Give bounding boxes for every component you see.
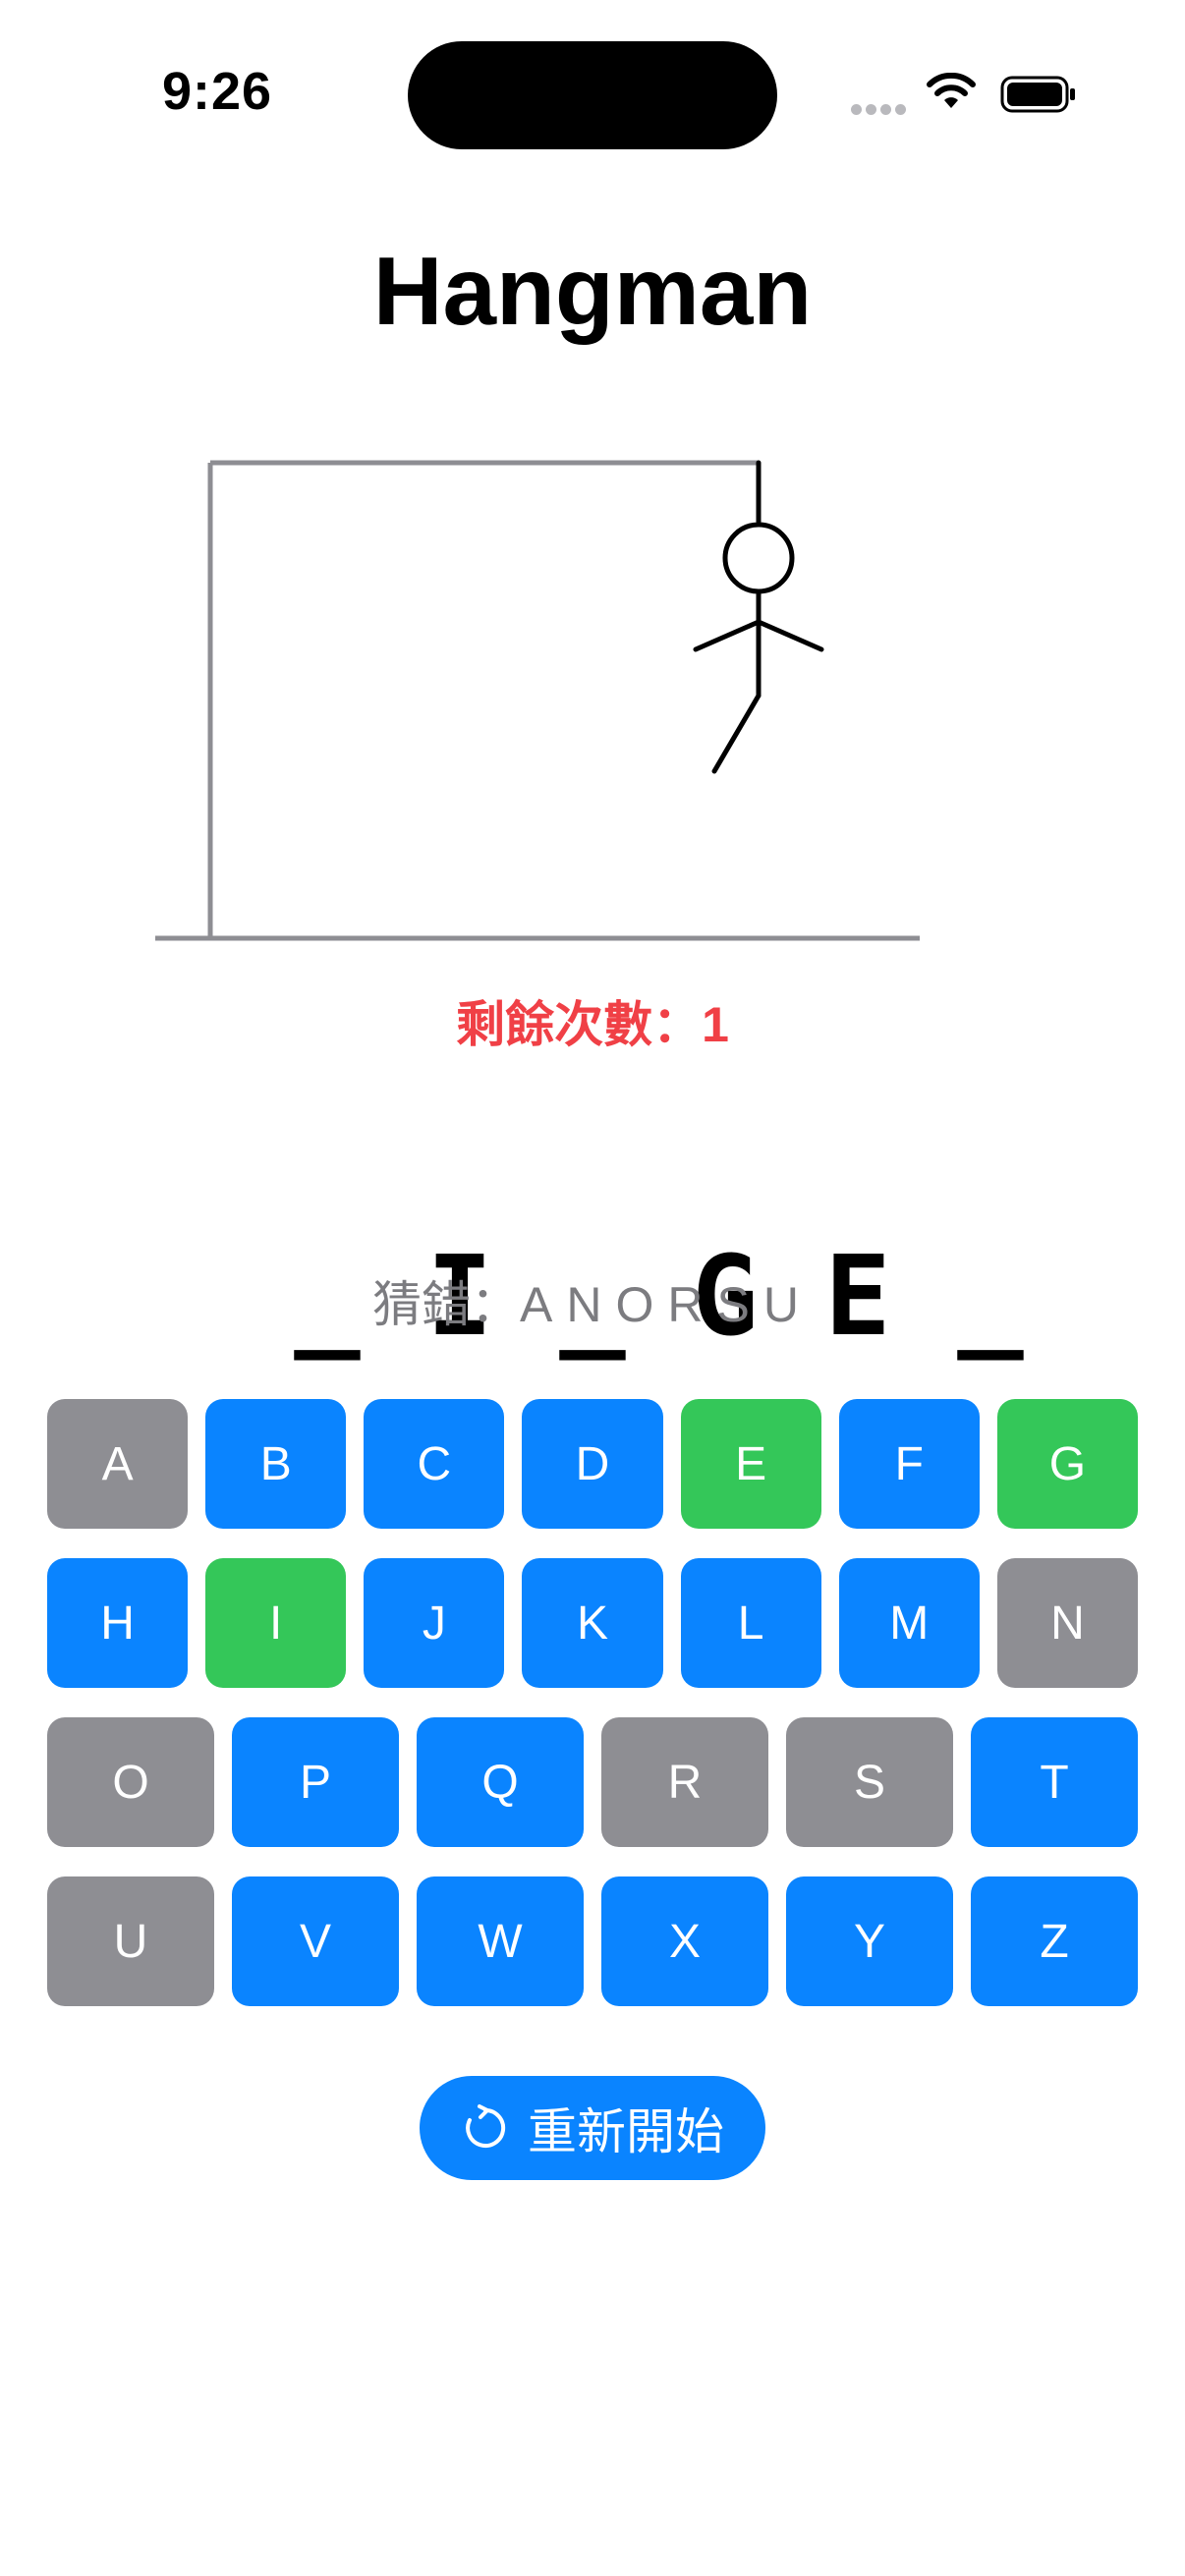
hangman-left-arm <box>693 619 762 652</box>
key-f[interactable]: F <box>838 1399 980 1529</box>
keyboard-row: U V W X Y Z <box>47 1876 1138 2006</box>
key-n[interactable]: N <box>996 1558 1138 1688</box>
page-title: Hangman <box>372 237 813 345</box>
key-b[interactable]: B <box>205 1399 347 1529</box>
keyboard-row: O P Q R S T <box>47 1717 1138 1847</box>
wrong-guesses-letters: ANORSU <box>520 1277 813 1332</box>
key-v[interactable]: V <box>232 1876 399 2006</box>
key-t[interactable]: T <box>971 1717 1138 1847</box>
key-h[interactable]: H <box>47 1558 189 1688</box>
keyboard-row: A B C D E F G <box>47 1399 1138 1529</box>
key-j[interactable]: J <box>364 1558 505 1688</box>
key-s[interactable]: S <box>786 1717 953 1847</box>
key-z[interactable]: Z <box>971 1876 1138 2006</box>
refresh-icon <box>466 2104 506 2148</box>
hangman-head <box>722 522 795 594</box>
hangman-drawing <box>155 460 920 941</box>
key-d[interactable]: D <box>522 1399 663 1529</box>
battery-icon <box>1000 76 1075 113</box>
key-l[interactable]: L <box>680 1558 821 1688</box>
keyboard-row: H I J K L M N <box>47 1558 1138 1688</box>
hangman-right-arm <box>756 619 824 652</box>
restart-button[interactable]: 重新開始 <box>420 2076 765 2180</box>
wifi-icon <box>927 73 976 108</box>
key-o[interactable]: O <box>47 1717 214 1847</box>
key-w[interactable]: W <box>417 1876 584 2006</box>
gallows <box>155 460 920 941</box>
hangman-left-leg <box>711 693 762 774</box>
status-time: 9:26 <box>162 62 273 121</box>
key-x[interactable]: X <box>601 1876 768 2006</box>
hangman-figure <box>693 460 824 774</box>
cellular-signal-icon <box>851 102 910 116</box>
key-a[interactable]: A <box>47 1399 189 1529</box>
key-q[interactable]: Q <box>417 1717 584 1847</box>
key-e[interactable]: E <box>680 1399 821 1529</box>
key-k[interactable]: K <box>522 1558 663 1688</box>
key-p[interactable]: P <box>232 1717 399 1847</box>
key-c[interactable]: C <box>364 1399 505 1529</box>
remaining-attempts: 剩餘次數：1 <box>456 997 729 1052</box>
key-u[interactable]: U <box>47 1876 214 2006</box>
wrong-guesses: 猜錯：ANORSU <box>0 1265 1185 1336</box>
key-m[interactable]: M <box>838 1558 980 1688</box>
dynamic-island <box>408 41 777 149</box>
wrong-guesses-label: 猜錯： <box>372 1277 521 1332</box>
letter-keyboard: A B C D E F G H I J K L M N O P Q R S T … <box>47 1399 1138 2036</box>
key-i[interactable]: I <box>205 1558 347 1688</box>
restart-label: 重新開始 <box>528 2104 724 2159</box>
key-r[interactable]: R <box>601 1717 768 1847</box>
key-y[interactable]: Y <box>786 1876 953 2006</box>
key-g[interactable]: G <box>996 1399 1138 1529</box>
status-bar: 9:26 <box>0 0 1185 187</box>
